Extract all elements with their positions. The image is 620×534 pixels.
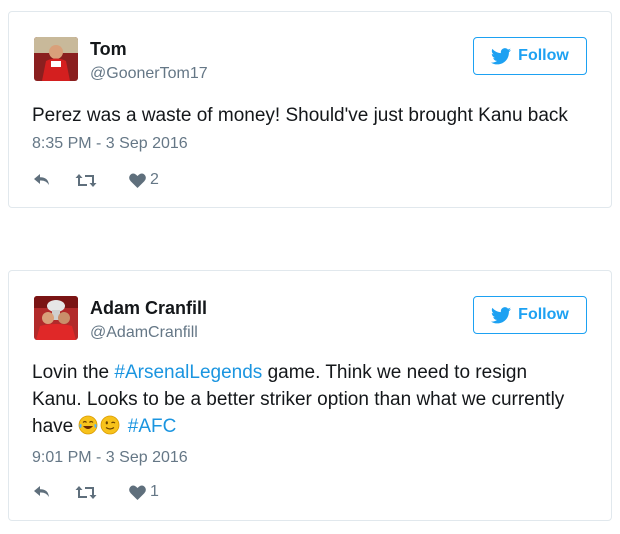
retweet-button[interactable]	[75, 485, 97, 500]
winking-face-emoji-icon	[101, 415, 120, 435]
tweet-text-start: Lovin the	[32, 362, 115, 383]
like-button[interactable]: 1	[129, 483, 159, 501]
retweet-icon	[75, 485, 97, 499]
tweet-text: Lovin the #ArsenalLegends game. Think we…	[32, 359, 572, 440]
like-count: 2	[150, 171, 159, 188]
reply-icon	[34, 486, 49, 497]
tweet-actions: 1	[33, 482, 159, 502]
display-name[interactable]: Adam Cranfill	[90, 298, 207, 319]
tweet-timestamp[interactable]: 9:01 PM - 3 Sep 2016	[32, 449, 188, 467]
follow-button[interactable]: Follow	[473, 296, 587, 334]
tweet-timestamp[interactable]: 8:35 PM - 3 Sep 2016	[32, 135, 188, 153]
user-handle[interactable]: @AdamCranfill	[90, 324, 198, 342]
follow-label: Follow	[518, 47, 569, 64]
heart-icon	[129, 173, 146, 188]
follow-button[interactable]: Follow	[473, 37, 587, 75]
follow-label: Follow	[518, 306, 569, 323]
tears-of-joy-emoji-icon	[79, 415, 98, 435]
heart-icon	[129, 485, 146, 500]
tweet-card: Adam Cranfill @AdamCranfill Follow Lovin…	[8, 270, 612, 521]
avatar[interactable]	[34, 296, 78, 340]
user-handle[interactable]: @GoonerTom17	[90, 65, 208, 83]
retweet-icon	[75, 173, 97, 187]
reply-button[interactable]	[33, 173, 51, 187]
like-count: 1	[150, 483, 159, 500]
hashtag-link[interactable]: #ArsenalLegends	[114, 362, 262, 383]
tweet-card: Tom @GoonerTom17 Follow Perez was a wast…	[8, 11, 612, 208]
reply-icon	[34, 174, 49, 185]
tweet-actions: 2	[33, 170, 159, 190]
retweet-button[interactable]	[75, 173, 97, 188]
tweet-text: Perez was a waste of money! Should've ju…	[32, 105, 568, 126]
display-name[interactable]: Tom	[90, 39, 127, 60]
reply-button[interactable]	[33, 485, 51, 499]
like-button[interactable]: 2	[129, 171, 159, 189]
avatar[interactable]	[34, 37, 78, 81]
hashtag-link[interactable]: #AFC	[128, 416, 177, 437]
twitter-bird-icon	[491, 306, 512, 323]
twitter-bird-icon	[491, 47, 512, 64]
